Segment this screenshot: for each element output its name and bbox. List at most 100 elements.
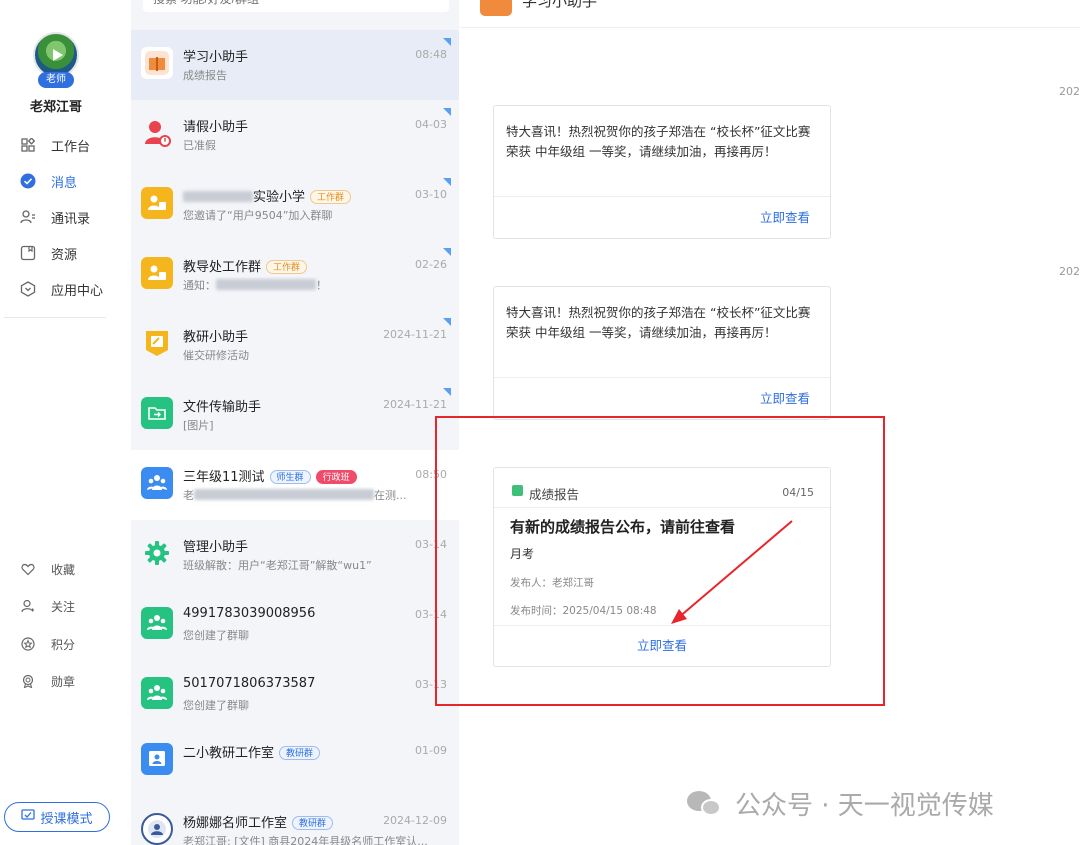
nav-workbench[interactable]: 工作台 [20, 133, 110, 157]
studio-icon [141, 743, 173, 775]
pinned-corner-icon [443, 248, 451, 256]
conversation-preview: 催交研修活动 [183, 349, 249, 362]
group-icon [141, 187, 173, 219]
watermark-text: 公众号 · 天一视觉传媒 [735, 791, 994, 821]
conversation-preview: 您创建了群聊 [183, 699, 249, 712]
leave-assistant-icon [141, 117, 173, 149]
contacts-icon [20, 209, 36, 225]
user-avatar[interactable]: 老师 [33, 32, 79, 88]
conversation-name: 二小教研工作室 教研群 [183, 742, 321, 761]
nav-points[interactable]: 积分 [20, 633, 110, 655]
conversation-time: 02-26 [415, 258, 447, 271]
conversation-time: 2024-12-09 [383, 814, 447, 827]
conversation-item[interactable]: 杨娜娜名师工作室 教研群 老郑江哥: [文件] 商县2024年县级名师工作室认..… [131, 796, 459, 845]
book-icon [480, 0, 512, 16]
app-center-icon [20, 281, 36, 297]
redacted-text [194, 489, 374, 500]
nav-label: 关注 [51, 599, 76, 614]
pinned-corner-icon [443, 38, 451, 46]
pinned-corner-icon [443, 388, 451, 396]
conversation-preview: 老 在测... [183, 487, 407, 503]
conversation-time: 2024-11-21 [383, 328, 447, 341]
chat-title: 学习小助手 [522, 0, 598, 10]
nav-divider [4, 317, 106, 318]
pinned-corner-icon [443, 318, 451, 326]
conversation-time: 04-03 [415, 118, 447, 131]
preview-prefix: 通知： [183, 279, 216, 292]
conversation-item[interactable]: 5017071806373587 您创建了群聊 03-13 [131, 660, 459, 730]
conversation-item[interactable]: 文件传输助手 [图片] 2024-11-21 [131, 380, 459, 450]
conversation-preview: 已准假 [183, 139, 216, 152]
app-window: 老师 老郑江哥 工作台 消息 通讯录 资源 应用中心 收藏 关注 积分 勋章 授… [0, 0, 1080, 845]
conversation-item[interactable]: 学习小助手 成绩报告 08:48 [131, 30, 459, 100]
message-card-footer: 立即查看 [494, 377, 830, 419]
conversation-preview: 通知： ！ [183, 277, 327, 293]
redacted-text [216, 279, 316, 290]
redacted-text [183, 191, 253, 202]
nav-label: 收藏 [51, 562, 76, 577]
conversation-time: 03-10 [415, 188, 447, 201]
teach-mode-button[interactable]: 授课模式 [4, 802, 110, 832]
nav-label: 勋章 [51, 674, 76, 689]
teach-mode-label: 授课模式 [40, 811, 93, 827]
conversation-item[interactable]: 4991783039008956 您创建了群聊 03-14 [131, 590, 459, 660]
research-assistant-icon [141, 327, 173, 359]
conversation-list: 学习小助手 成绩报告 08:48 请假小助手 已准假 04-03 实验小学工作群… [131, 0, 459, 845]
search-input[interactable] [143, 0, 449, 12]
nav-follow[interactable]: 关注 [20, 595, 110, 617]
conversation-time: 01-09 [415, 744, 447, 757]
workbench-icon [20, 137, 36, 153]
conversation-name: 教导处工作群 工作群 [183, 256, 308, 275]
nav-app-center[interactable]: 应用中心 [20, 277, 110, 301]
group-tag: 行政班 [315, 470, 357, 484]
wechat-icon [687, 789, 723, 819]
view-now-link[interactable]: 立即查看 [760, 388, 810, 407]
group-tag: 工作群 [266, 260, 308, 274]
nav-resource[interactable]: 资源 [20, 241, 110, 265]
pinned-corner-icon [443, 178, 451, 186]
conversation-name: 5017071806373587 [183, 676, 316, 691]
conversation-item[interactable]: 请假小助手 已准假 04-03 [131, 100, 459, 170]
group-icon [141, 257, 173, 289]
medal-icon [20, 673, 36, 689]
book-icon [141, 47, 173, 79]
message-card-footer: 立即查看 [494, 196, 830, 238]
preview-suffix: 在测... [374, 489, 407, 502]
conversation-time: 08:48 [415, 48, 447, 61]
conversation-item[interactable]: 教导处工作群 工作群 通知： ！ 02-26 [131, 240, 459, 310]
preview-suffix: ！ [316, 279, 327, 292]
view-now-link[interactable]: 立即查看 [760, 207, 810, 226]
preview-prefix: 老 [183, 489, 194, 502]
conversation-name-text: 二小教研工作室 [183, 746, 275, 761]
nav-message[interactable]: 消息 [20, 169, 110, 193]
gear-icon [141, 537, 173, 569]
conversation-item[interactable]: 管理小助手 班级解散：用户“老郑江哥”解散“wu1” 03-14 [131, 520, 459, 590]
conversation-item[interactable]: 二小教研工作室 教研群 01-09 [131, 726, 459, 796]
conversation-name-suffix: 实验小学 [253, 190, 306, 205]
message-date: 202 [1059, 85, 1080, 98]
conversation-item[interactable]: 三年级11测试 师生群 行政班 老在测... 08:50 [131, 450, 459, 520]
pinned-corner-icon [443, 108, 451, 116]
nav-label: 工作台 [51, 139, 91, 155]
conversation-name-text: 三年级11测试 [183, 470, 265, 485]
follow-icon [20, 598, 36, 614]
conversation-preview: 班级解散：用户“老郑江哥”解散“wu1” [183, 559, 372, 572]
conversation-preview: [图片] [183, 419, 214, 432]
conversation-preview: 老郑江哥: [文件] 商县2024年县级名师工作室认... [183, 835, 428, 845]
class-group-icon [141, 467, 173, 499]
conversation-name: 文件传输助手 [183, 400, 262, 415]
conversation-time: 2024-11-21 [383, 398, 447, 411]
nav-label: 资源 [51, 247, 78, 263]
conversation-item[interactable]: 实验小学 工作群 您邀请了“用户9504”加入群聊 03-10 [131, 170, 459, 240]
points-icon [20, 636, 36, 652]
nav-favorites[interactable]: 收藏 [20, 558, 110, 580]
nav-contacts[interactable]: 通讯录 [20, 205, 110, 229]
conversation-item[interactable]: 教研小助手 催交研修活动 2024-11-21 [131, 310, 459, 380]
highlight-box [435, 416, 885, 706]
chat-header: 学习小助手 [460, 0, 1080, 28]
message-card: 特大喜讯！热烈祝贺你的孩子郑浩在 “校长杯”征文比赛 荣获 中年级组 一等奖，请… [493, 105, 831, 239]
nav-medal[interactable]: 勋章 [20, 670, 110, 692]
nav-label: 通讯录 [51, 211, 91, 227]
conversation-name-text: 教导处工作群 [183, 260, 262, 275]
conversation-name-text: 杨娜娜名师工作室 [183, 816, 288, 831]
